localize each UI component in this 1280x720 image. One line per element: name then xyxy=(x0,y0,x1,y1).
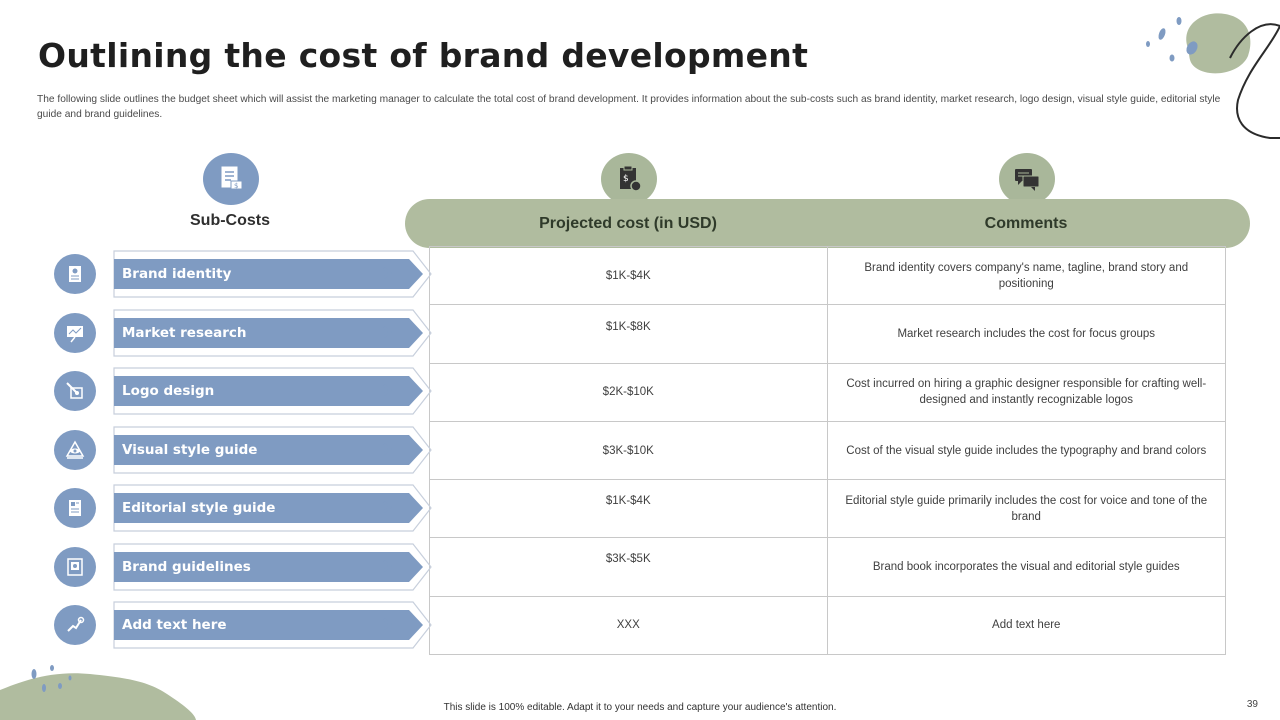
subcosts-heading: Sub-Costs xyxy=(190,212,270,229)
chevron-right-icon xyxy=(383,501,392,513)
subcost-item-logo-design: Logo design xyxy=(54,367,432,417)
cost-cell: $3K-$5K xyxy=(430,538,828,596)
cost-table: $1K-$4K Brand identity covers company's … xyxy=(429,246,1226,656)
clipboard-cost-icon: $ xyxy=(601,153,657,205)
subcost-item-editorial-style-guide: Editorial style guide xyxy=(54,484,432,534)
subcost-label: Market research xyxy=(122,325,247,341)
table-row: XXX Add text here xyxy=(430,595,1225,655)
header-projected-cost: Projected cost (in USD) xyxy=(539,214,717,232)
presentation-board-icon xyxy=(54,313,96,353)
subcost-item-add-text: Add text here xyxy=(54,601,432,651)
table-row: $3K-$10K Cost of the visual style guide … xyxy=(430,420,1225,480)
table-header: Projected cost (in USD) Comments xyxy=(405,199,1250,248)
comment-cell: Editorial style guide primarily includes… xyxy=(845,494,1208,523)
chevron-right-icon xyxy=(383,384,392,396)
subcost-label: Visual style guide xyxy=(122,442,258,458)
subcost-item-brand-identity: Brand identity xyxy=(54,250,432,300)
subcost-label: Editorial style guide xyxy=(122,500,276,516)
comment-cell: Cost of the visual style guide includes … xyxy=(846,444,1207,457)
growth-arrow-icon xyxy=(54,605,96,645)
cost-cell: XXX xyxy=(430,596,828,655)
eye-pyramid-icon xyxy=(54,430,96,470)
subcost-label: Add text here xyxy=(122,617,227,633)
invoice-icon: $ xyxy=(203,153,259,205)
comment-cell: Market research includes the cost for fo… xyxy=(897,327,1156,340)
design-tool-icon xyxy=(54,371,96,411)
header-comments: Comments xyxy=(984,214,1068,232)
comment-cell: Cost incurred on hiring a graphic design… xyxy=(846,378,1207,407)
comment-cell: Add text here xyxy=(992,619,1061,632)
subcost-label: Logo design xyxy=(122,383,215,399)
cost-cell: $3K-$10K xyxy=(430,421,828,480)
document-layout-icon xyxy=(54,488,96,528)
table-row: $1K-$4K Brand identity covers company's … xyxy=(430,246,1225,305)
subcost-label: Brand guidelines xyxy=(122,559,251,575)
svg-text:$: $ xyxy=(234,182,238,190)
comments-icon xyxy=(999,153,1055,205)
table-row: $3K-$5K Brand book incorporates the visu… xyxy=(430,537,1225,596)
id-card-icon xyxy=(54,254,96,294)
subcost-item-market-research: Market research xyxy=(54,309,432,359)
table-row: $1K-$8K Market research includes the cos… xyxy=(430,304,1225,363)
subcost-label: Brand identity xyxy=(122,266,232,282)
subcost-item-visual-style-guide: Visual style guide xyxy=(54,426,432,476)
svg-text:$: $ xyxy=(623,174,629,184)
chevron-right-icon xyxy=(383,443,392,455)
table-row: $2K-$10K Cost incurred on hiring a graph… xyxy=(430,362,1225,421)
chevron-right-icon xyxy=(383,618,392,630)
brand-book-icon xyxy=(54,547,96,587)
cost-cell: $2K-$10K xyxy=(430,363,828,421)
comment-cell: Brand book incorporates the visual and e… xyxy=(872,561,1180,574)
chevron-right-icon xyxy=(383,560,392,572)
chevron-right-icon xyxy=(383,326,392,338)
chevron-right-icon xyxy=(383,267,392,279)
cost-cell: $1K-$4K xyxy=(430,480,828,538)
slide-title: Outlining the cost of brand development xyxy=(38,36,809,75)
cost-cell: $1K-$4K xyxy=(430,247,828,305)
page-number: 39 xyxy=(1246,699,1258,710)
slide-footer: This slide is 100% editable. Adapt it to… xyxy=(443,702,837,713)
slide-subtitle: The following slide outlines the budget … xyxy=(37,94,1221,120)
subcost-item-brand-guidelines: Brand guidelines xyxy=(54,543,432,593)
comment-cell: Brand identity covers company's name, ta… xyxy=(864,261,1189,290)
decorative-blob-top xyxy=(1146,13,1280,139)
table-row: $1K-$4K Editorial style guide primarily … xyxy=(430,479,1225,538)
cost-cell: $1K-$8K xyxy=(430,305,828,363)
